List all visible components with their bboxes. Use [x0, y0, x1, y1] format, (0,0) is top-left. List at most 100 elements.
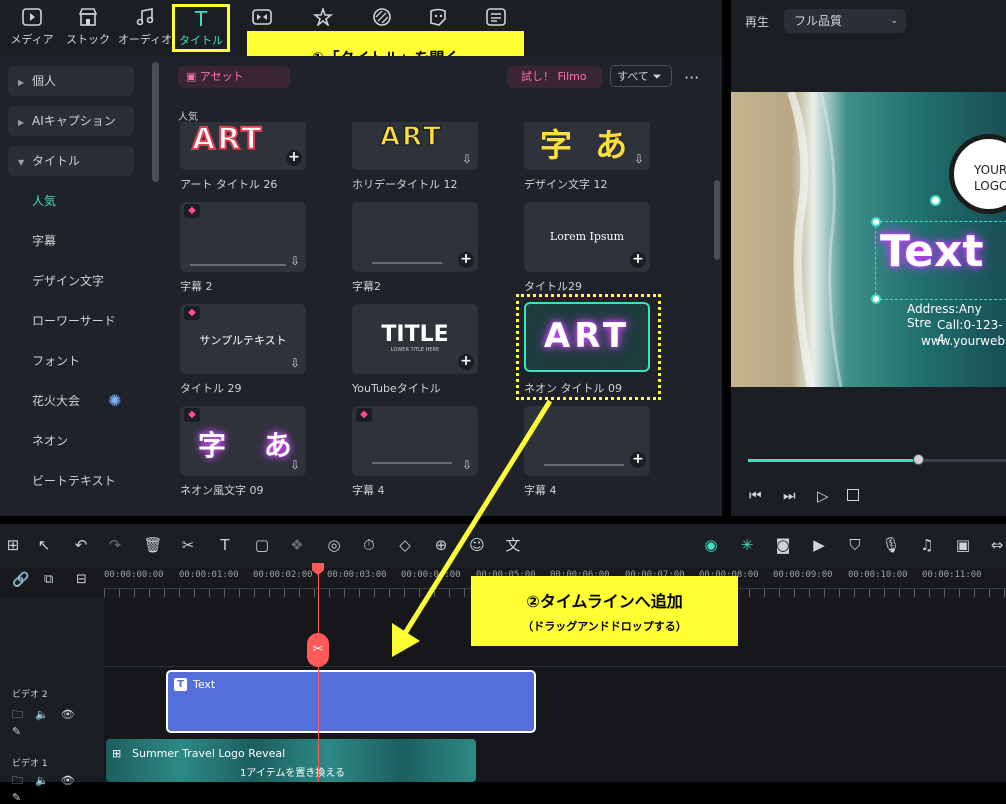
download-icon[interactable]: ⇩: [290, 254, 300, 268]
text-tool-icon[interactable]: T: [214, 534, 236, 556]
cut-icon[interactable]: ✂: [177, 534, 199, 556]
fit-icon[interactable]: ⇔: [986, 534, 1006, 556]
render-icon[interactable]: ▶: [808, 534, 830, 556]
split-scissors-icon[interactable]: ✂: [307, 633, 329, 667]
stock-icon: [77, 8, 99, 28]
sidebar-item-beat-text[interactable]: ビートテキスト: [8, 466, 134, 496]
prev-frame-icon[interactable]: ⏮: [749, 488, 762, 504]
quality-dropdown[interactable]: フル品質 ⌄: [784, 9, 906, 33]
title-card[interactable]: 字 あ ⇩: [524, 122, 650, 170]
download-icon[interactable]: ⇩: [634, 152, 644, 166]
title-card-neon[interactable]: ART: [524, 302, 650, 372]
sidebar-item-personal[interactable]: ▶ 個人: [8, 66, 134, 96]
filter-dropdown[interactable]: すべて ⏷: [610, 65, 672, 87]
time-tick: 00:00:00:00: [104, 570, 164, 580]
track-icon[interactable]: ⊟: [76, 572, 87, 587]
asset-button-label: アセット: [199, 70, 244, 83]
ai-assistant-icon[interactable]: ◉: [700, 534, 722, 556]
sidebar-item-label: 字幕: [32, 234, 57, 248]
grid-clip-icon: ⊞: [112, 747, 122, 760]
add-icon[interactable]: +: [630, 452, 646, 468]
track2-controls[interactable]: 🗀🔈👁✎: [12, 706, 104, 738]
marker-icon[interactable]: ⛉: [844, 534, 866, 556]
toolbar-tab-media[interactable]: メディア: [4, 6, 60, 52]
fireworks-icon: ✺: [108, 391, 122, 410]
sidebar-item-fireworks[interactable]: 花火大会 ✺: [8, 386, 134, 416]
logo-text-2: LOGO: [974, 179, 1006, 193]
playback-progress-track[interactable]: [748, 454, 1006, 465]
time-tick: 00:00:03:00: [327, 570, 387, 580]
premium-gem-icon: ◆: [356, 408, 372, 422]
mic-icon[interactable]: 🎙: [880, 534, 902, 556]
title-card[interactable]: ◆ ⇩: [180, 202, 306, 272]
snap-icon[interactable]: ✳: [736, 534, 758, 556]
link-icon[interactable]: 🔗: [12, 572, 29, 588]
toolbar-tab-title[interactable]: T タイトル: [172, 4, 230, 52]
sidebar-item-label: 個人: [32, 74, 57, 88]
library-scrollbar[interactable]: [714, 180, 720, 260]
title-card[interactable]: +: [352, 202, 478, 272]
sidebar-item-popular[interactable]: 人気: [8, 186, 134, 216]
sidebar-item-lower-third[interactable]: ローワーサード: [8, 306, 134, 336]
title-card[interactable]: ART +: [180, 122, 306, 170]
sidebar-item-ai-caption[interactable]: ▶ AIキャプション: [8, 106, 134, 136]
sidebar-item-font[interactable]: フォント: [8, 346, 134, 376]
add-icon[interactable]: +: [458, 354, 474, 370]
layout-icon[interactable]: ⊞: [2, 534, 24, 556]
title-card[interactable]: Lorem Ipsum +: [524, 202, 650, 272]
clip-label: Text: [193, 678, 216, 691]
title-card[interactable]: TITLE LOWER TITLE HERE +: [352, 304, 478, 374]
resize-handle[interactable]: [871, 294, 881, 304]
audio-mix-icon[interactable]: ♫: [916, 534, 938, 556]
speed-icon[interactable]: ⏱: [358, 534, 380, 556]
group-icon[interactable]: ⧉: [44, 572, 53, 587]
stop-icon[interactable]: [847, 489, 859, 501]
download-icon[interactable]: ⇩: [290, 356, 300, 370]
title-card[interactable]: ART ⇩: [352, 122, 478, 170]
text-clip[interactable]: T Text: [166, 670, 536, 733]
playback-scrubber[interactable]: [913, 454, 925, 465]
toolbar-tab-stock[interactable]: ストック: [60, 6, 116, 52]
next-frame-icon[interactable]: ⏭: [783, 488, 796, 504]
chevron-down-icon: ▼: [18, 158, 25, 167]
track1-controls[interactable]: 🗀🔈👁✎: [12, 772, 104, 804]
add-icon[interactable]: +: [286, 150, 302, 166]
sidebar-item-label: 人気: [32, 194, 57, 208]
toolbar-tab-label: ストック: [66, 33, 110, 46]
preview-canvas[interactable]: YOUR LOGO Text Address:Any Stre Call:0-1…: [731, 92, 1006, 387]
toolbar-tab-audio[interactable]: オーディオ: [117, 6, 173, 52]
card-thumb-text: ART: [191, 122, 264, 158]
camera-icon[interactable]: ◙: [772, 534, 794, 556]
color-icon[interactable]: ❖: [286, 534, 308, 556]
redo-icon[interactable]: ↷: [104, 534, 126, 556]
sidebar-scrollbar[interactable]: [152, 62, 159, 182]
sidebar-item-title[interactable]: ▼ タイトル: [8, 146, 134, 176]
delete-icon[interactable]: 🗑: [142, 534, 164, 556]
rotate-handle[interactable]: [930, 195, 941, 206]
sidebar-item-design-text[interactable]: デザイン文字: [8, 266, 134, 296]
crop-icon[interactable]: ▢: [251, 534, 273, 556]
sidebar-item-subtitles[interactable]: 字幕: [8, 226, 134, 256]
play-icon[interactable]: ▷: [817, 487, 829, 505]
download-icon[interactable]: ⇩: [462, 152, 472, 166]
select-icon[interactable]: ↖: [33, 534, 55, 556]
asset-button[interactable]: ▣ アセット: [178, 66, 290, 88]
sidebar-item-label: 花火大会: [32, 394, 81, 408]
trial-badge[interactable]: 試し！ Filmo: [507, 66, 602, 88]
overlay-text[interactable]: Text: [880, 226, 983, 277]
more-options-icon[interactable]: ···: [684, 68, 699, 87]
title-card[interactable]: ◆ 字 あ ⇩: [180, 406, 306, 476]
ai-tool-icon[interactable]: ◎: [323, 534, 345, 556]
title-card[interactable]: ◆ サンプルテキスト ⇩: [180, 304, 306, 374]
add-icon[interactable]: +: [630, 252, 646, 268]
download-icon[interactable]: ⇩: [290, 458, 300, 472]
monitor-icon[interactable]: ▣: [952, 534, 974, 556]
section-title: 人気: [178, 112, 198, 123]
undo-icon[interactable]: ↶: [70, 534, 92, 556]
video-clip[interactable]: ⊞ Summer Travel Logo Reveal 1アイテムを置き換える: [106, 739, 476, 782]
filter-label: すべて: [617, 70, 649, 83]
playback-progress-fill: [748, 459, 919, 462]
playhead-line[interactable]: [318, 566, 319, 782]
sidebar-item-neon[interactable]: ネオン: [8, 426, 134, 456]
add-icon[interactable]: +: [458, 252, 474, 268]
